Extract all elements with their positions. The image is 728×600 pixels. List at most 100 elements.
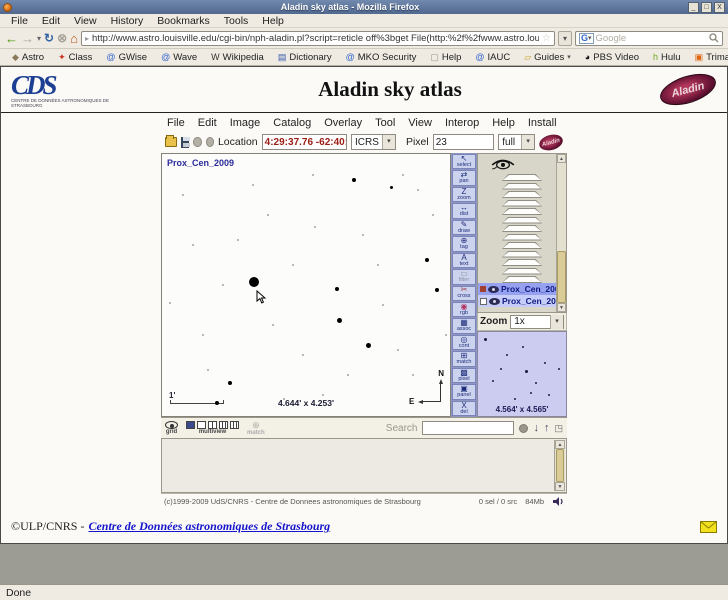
home-icon[interactable]: ⌂ xyxy=(70,32,78,45)
url-dropdown-button[interactable]: ▾ xyxy=(558,31,572,46)
view-9-icon[interactable] xyxy=(219,421,228,429)
open-folder-icon[interactable] xyxy=(165,137,177,147)
history-caret-icon[interactable]: ▾ xyxy=(37,34,41,43)
search-input[interactable] xyxy=(422,421,514,435)
save-icon[interactable] xyxy=(181,137,190,148)
bookmark-mko-security[interactable]: @MKO Security xyxy=(340,52,423,63)
tool-draw[interactable]: ✎draw xyxy=(452,220,476,235)
applet-menu-install[interactable]: Install xyxy=(528,117,557,129)
tool-rgb[interactable]: ◉rgb xyxy=(452,302,476,317)
bookmark-wave[interactable]: @Wave xyxy=(155,52,203,63)
menu-tools[interactable]: Tools xyxy=(217,15,256,27)
view-4-icon[interactable] xyxy=(208,421,217,429)
plane-checkbox[interactable] xyxy=(480,298,487,305)
scroll-thumb[interactable] xyxy=(557,251,566,303)
tool-tag[interactable]: ⊕tag xyxy=(452,236,476,251)
applet-menu-view[interactable]: View xyxy=(408,117,432,129)
tool-select[interactable]: ↖select xyxy=(452,154,476,169)
search-engine-selector[interactable]: G ▾ xyxy=(579,33,594,44)
applet-menu-help[interactable]: Help xyxy=(492,117,515,129)
menu-bookmarks[interactable]: Bookmarks xyxy=(150,15,217,27)
pixel-mode-caret-icon[interactable]: ▾ xyxy=(521,135,534,149)
grid-toggle[interactable]: grid xyxy=(165,421,178,435)
applet-menu-tool[interactable]: Tool xyxy=(375,117,395,129)
frame-select[interactable]: ICRS ▾ xyxy=(351,134,396,150)
forward-icon[interactable]: → xyxy=(21,32,34,45)
menu-edit[interactable]: Edit xyxy=(35,15,67,27)
url-text[interactable]: http://www.astro.louisville.edu/cgi-bin/… xyxy=(92,33,539,44)
tool-pixel[interactable]: ▩pixel xyxy=(452,368,476,383)
scroll-up-icon[interactable]: ▲ xyxy=(557,154,566,163)
overview-thumbnail[interactable]: 4.564' x 4.565' xyxy=(477,331,567,417)
menu-file[interactable]: File xyxy=(4,15,35,27)
applet-menu-overlay[interactable]: Overlay xyxy=(324,117,362,129)
menu-help[interactable]: Help xyxy=(255,15,291,27)
bookmark-star-icon[interactable]: ☆ xyxy=(542,33,551,44)
tool-del[interactable]: Xdel xyxy=(452,401,476,416)
pixel-mode-select[interactable]: full ▾ xyxy=(498,134,535,150)
applet-menu-interop[interactable]: Interop xyxy=(445,117,479,129)
plane-row[interactable]: Prox_Cen_2009 xyxy=(478,283,566,295)
scroll-thumb[interactable] xyxy=(556,449,564,482)
view-1-icon[interactable] xyxy=(186,421,195,429)
zoom-caret-icon[interactable]: ▾ xyxy=(550,315,563,329)
menu-view[interactable]: View xyxy=(67,15,104,27)
applet-menu-catalog[interactable]: Catalog xyxy=(273,117,311,129)
bookmark-guides[interactable]: ▱Guides▾ xyxy=(518,52,577,63)
search-bar[interactable]: G ▾ Google xyxy=(575,31,723,46)
magnifier-icon[interactable] xyxy=(709,33,719,43)
zoom-select[interactable]: 1x ▾ xyxy=(510,315,564,329)
close-button[interactable]: X xyxy=(714,2,725,13)
bookmark-gwise[interactable]: @GWise xyxy=(100,52,153,63)
sky-view[interactable]: Prox_Cen_2009 1' 4.644' x 4.253' N E xyxy=(161,153,451,417)
scroll-up-icon[interactable]: ▲ xyxy=(555,440,565,449)
url-bar[interactable]: ▸ http://www.astro.louisville.edu/cgi-bi… xyxy=(81,31,555,46)
scroll-down-icon[interactable]: ▼ xyxy=(555,482,565,491)
location-input[interactable]: 4:29:37.76 -62:40:47.1 xyxy=(262,134,347,150)
bookmark-wikipedia[interactable]: WWikipedia xyxy=(205,52,270,63)
tool-assoc[interactable]: ▦assoc xyxy=(452,318,476,333)
tool-zoom[interactable]: Zzoom xyxy=(452,187,476,202)
bookmark-class[interactable]: ✦Class xyxy=(52,52,98,63)
reload-icon[interactable]: ↻ xyxy=(44,32,54,45)
view-16-icon[interactable] xyxy=(230,421,239,429)
maximize-button[interactable]: □ xyxy=(701,2,712,13)
search-placeholder[interactable]: Google xyxy=(596,33,707,44)
scroll-down-icon[interactable]: ▼ xyxy=(557,303,566,312)
mail-icon[interactable] xyxy=(700,521,717,533)
menu-history[interactable]: History xyxy=(104,15,151,27)
active-plane-icon[interactable] xyxy=(480,286,486,292)
bookmark-help[interactable]: ▢Help xyxy=(424,52,467,63)
frame-caret-icon[interactable]: ▾ xyxy=(382,135,395,149)
applet-menu-image[interactable]: Image xyxy=(230,117,261,129)
back-icon[interactable]: ← xyxy=(5,32,18,45)
bookmark-hulu[interactable]: hHulu xyxy=(647,52,687,63)
tool-panel[interactable]: ▣panel xyxy=(452,384,476,399)
applet-menu-file[interactable]: File xyxy=(167,117,185,129)
bookmark-dictionary[interactable]: ▤Dictionary xyxy=(272,52,338,63)
plane-row[interactable]: Prox_Cen_2007 xyxy=(478,295,566,307)
bookmark-iauc[interactable]: @IAUC xyxy=(469,52,516,63)
tool-text[interactable]: Atext xyxy=(452,253,476,268)
tool-cont[interactable]: ◎cont xyxy=(452,335,476,350)
bookmark-astro[interactable]: ◆Astro xyxy=(6,52,50,63)
tool-cross[interactable]: ✂cross xyxy=(452,286,476,301)
view-2-icon[interactable] xyxy=(197,421,206,429)
minimize-button[interactable]: _ xyxy=(688,2,699,13)
applet-menu-edit[interactable]: Edit xyxy=(198,117,217,129)
search-down-icon[interactable]: ↓ xyxy=(533,423,539,434)
pixel-input[interactable]: 23 xyxy=(433,134,495,150)
search-up-icon[interactable]: ↑ xyxy=(544,423,550,434)
tool-match[interactable]: ⊞match xyxy=(452,351,476,366)
stack-scrollbar[interactable]: ▲ ▼ xyxy=(556,154,566,312)
export-panel-icon[interactable]: ◳ xyxy=(554,424,563,433)
search-all-icon[interactable] xyxy=(519,424,528,433)
bookmark-pbs-video[interactable]: ◕PBS Video xyxy=(579,52,645,63)
tool-pan[interactable]: ⇄pan xyxy=(452,170,476,185)
assistant-icon[interactable] xyxy=(552,496,564,507)
bookmark-trimarc[interactable]: ▣Trimarc xyxy=(689,52,728,63)
multiview-control[interactable]: multiview xyxy=(186,421,239,435)
cds-link[interactable]: Centre de Données astronomiques de Stras… xyxy=(88,519,330,534)
tool-dist[interactable]: ↔dist xyxy=(452,203,476,218)
measurement-scrollbar[interactable]: ▲ ▼ xyxy=(554,440,565,491)
